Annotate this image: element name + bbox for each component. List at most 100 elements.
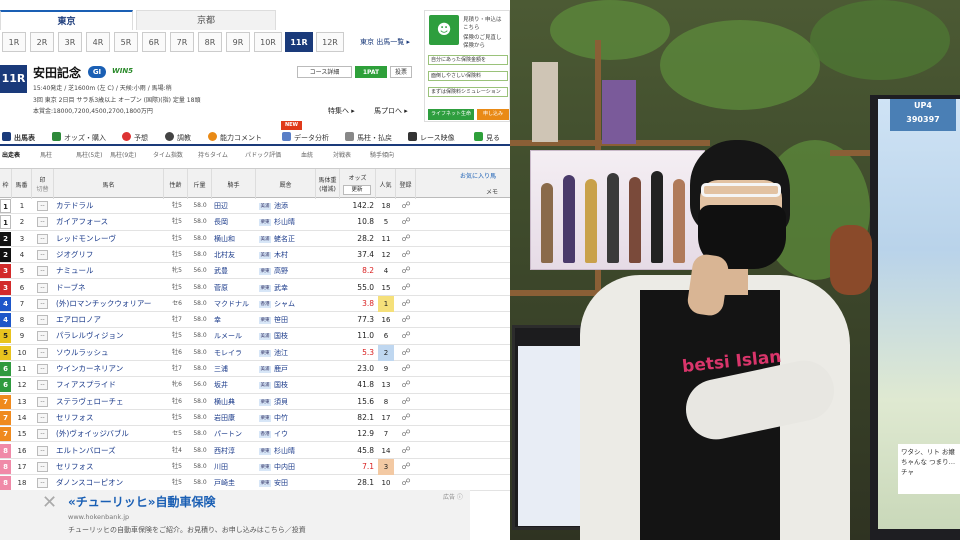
table-row[interactable]: 5 10 -- ソウルラッシュ 牡6 58.0 モレイラ 栗東 池江 5.3 2 ☍ [0,344,510,361]
venue-tab-tokyo[interactable]: 東京 [0,10,133,30]
ad-title[interactable]: «チューリッヒ»自動車保険 [68,493,216,510]
horse-name-link[interactable]: (外)ヴォイッジバブル [56,426,164,442]
register-horse-icon[interactable]: ☍ [399,363,413,375]
jockey-link[interactable]: 幸 [214,312,256,328]
subtab-entries[interactable]: 出走表 [2,150,20,159]
table-row[interactable]: 8 16 -- エルトンバローズ 牡4 58.0 西村淳 栗東 杉山晴 45.8 14 ☍ [0,443,510,459]
trainer-link[interactable]: 池江 [274,345,314,361]
horse-name-link[interactable]: ジオグリフ [56,247,164,263]
tab-more[interactable]: 見る [474,131,500,145]
register-horse-icon[interactable]: ☍ [399,461,413,473]
horse-name-link[interactable]: ガイアフォース [56,214,164,230]
table-row[interactable]: 2 3 -- レッドモンレーヴ 牡5 58.0 横山和 美浦 蛯名正 28.2 11 ☍ [0,231,510,247]
register-horse-icon[interactable]: ☍ [399,233,413,245]
jockey-link[interactable]: 横山典 [214,394,256,410]
table-row[interactable]: 5 9 -- パラレルヴィジョン 牡5 58.0 ルメール 美浦 国枝 11.0 6 ☍ [0,328,510,345]
horse-name-link[interactable]: ウインカーネリアン [56,361,164,377]
table-row[interactable]: 8 18 -- ダノンスコーピオン 牡5 58.0 戸崎圭 栗東 安田 28.1 10 ☍ [0,475,510,492]
jockey-link[interactable]: 三浦 [214,361,256,377]
race-button-9r[interactable]: 9R [226,32,250,52]
col-mark-toggle[interactable]: 切替 [36,184,48,193]
mark-selector[interactable]: -- [37,412,48,423]
subtab-best-time[interactable]: 持ちタイム [198,150,228,159]
mark-selector[interactable]: -- [37,298,48,309]
table-row[interactable]: 4 8 -- エアロロノア 牡7 58.0 幸栗東 笹田 77.3 16 ☍ [0,312,510,329]
mark-selector[interactable]: -- [37,396,48,407]
ad-item[interactable]: 面倒しやさしい保険料 [428,71,508,81]
table-row[interactable]: 6 12 -- フィアスプライド 牝6 56.0 坂井 美浦 国枝 41.8 13 ☍ [0,377,510,394]
horse-name-link[interactable]: レッドモンレーヴ [56,231,164,247]
race-button-6r[interactable]: 6R [142,32,166,52]
trainer-link[interactable]: 木村 [274,247,314,263]
horse-name-link[interactable]: フィアスプライド [56,377,164,393]
jockey-link[interactable]: 武豊 [214,263,256,279]
ad-apply-button[interactable]: 申し込み [477,109,509,120]
trainer-link[interactable]: 国枝 [274,328,314,344]
mark-selector[interactable]: -- [37,331,48,342]
jockey-link[interactable]: 川田 [214,459,256,475]
bottom-ad-banner[interactable]: ✕ «チューリッヒ»自動車保険 www.hokenbank.jp チューリッヒの… [0,490,470,540]
tab-video[interactable]: レース映像 [408,131,455,145]
table-row[interactable]: 7 13 -- ステラヴェローチェ 牡6 58.0 横山典 栗東 須貝 15.6 8 ☍ [0,394,510,410]
horse-name-link[interactable]: ドーブネ [56,280,164,296]
jockey-link[interactable]: 西村淳 [214,443,256,459]
horse-name-link[interactable]: パラレルヴィジョン [56,328,164,344]
register-horse-icon[interactable]: ☍ [399,445,413,457]
mark-selector[interactable]: -- [37,380,48,391]
jockey-link[interactable]: パートン [214,426,256,442]
mark-selector[interactable]: -- [37,445,48,456]
profile-link[interactable]: 馬プロへ ▸ [374,106,408,116]
jockey-link[interactable]: 岩田康 [214,410,256,426]
register-horse-icon[interactable]: ☍ [399,330,413,342]
tab-result[interactable]: 馬柱・払戻 [345,131,392,145]
mark-selector[interactable]: -- [37,478,48,489]
subtab-past[interactable]: 馬柱 [40,150,52,159]
mark-selector[interactable]: -- [37,347,48,358]
mark-selector[interactable]: -- [37,461,48,472]
horse-name-link[interactable]: セリフォス [56,459,164,475]
tab-race-card[interactable]: 出馬表 [2,131,35,145]
register-horse-icon[interactable]: ☍ [399,396,413,408]
odds-refresh-button[interactable]: 更新 [343,185,371,195]
jockey-link[interactable]: 菅原 [214,280,256,296]
trainer-link[interactable]: 笹田 [274,312,314,328]
mark-selector[interactable]: -- [37,217,48,228]
jockey-link[interactable]: 北村友 [214,247,256,263]
mark-selector[interactable]: -- [37,429,48,440]
horse-name-link[interactable]: ソウルラッシュ [56,345,164,361]
table-row[interactable]: 7 14 -- セリフォス 牡5 58.0 岩田康 栗東 中竹 82.1 17 ☍ [0,410,510,427]
table-row[interactable]: 3 5 -- ナミュール 牝5 56.0 武豊 栗東 高野 8.2 4 ☍ [0,263,510,280]
trainer-link[interactable]: 安田 [274,475,314,491]
venue-tab-kyoto[interactable]: 京都 [136,10,276,30]
subtab-matchup[interactable]: 対戦表 [333,150,351,159]
race-button-3r[interactable]: 3R [58,32,82,52]
tab-prediction[interactable]: 予想 [122,131,148,145]
register-horse-icon[interactable]: ☍ [399,314,413,326]
jockey-link[interactable]: 田辺 [214,198,256,214]
horse-name-link[interactable]: (外)ロマンチックウォリアー [56,296,164,312]
ipat-button[interactable]: 1PAT [355,66,387,78]
jockey-link[interactable]: 横山和 [214,231,256,247]
jockey-link[interactable]: ルメール [214,328,256,344]
mark-selector[interactable]: -- [37,315,48,326]
mark-selector[interactable]: -- [37,364,48,374]
trainer-link[interactable]: 中内田 [274,459,314,475]
special-link[interactable]: 特集へ ▸ [328,106,355,116]
register-horse-icon[interactable]: ☍ [399,379,413,391]
register-horse-icon[interactable]: ☍ [399,282,413,294]
jockey-link[interactable]: 坂井 [214,377,256,393]
race-button-8r[interactable]: 8R [198,32,222,52]
race-list-link[interactable]: 東京 出馬一覧 ▸ [360,37,410,47]
table-row[interactable]: 3 6 -- ドーブネ 牡5 58.0 菅原 栗東 武幸 55.0 15 ☍ [0,280,510,296]
horse-name-link[interactable]: エアロロノア [56,312,164,328]
trainer-link[interactable]: 池添 [274,198,314,214]
subtab-time-index[interactable]: タイム指数 [153,150,183,159]
race-button-2r[interactable]: 2R [30,32,54,52]
register-horse-icon[interactable]: ☍ [399,265,413,277]
trainer-link[interactable]: 杉山晴 [274,214,314,230]
table-row[interactable]: 1 2 -- ガイアフォース 牡5 58.0 長岡 栗東 杉山晴 10.8 5 ☍ [0,214,510,231]
trainer-link[interactable]: 須貝 [274,394,314,410]
horse-name-link[interactable]: エルトンバローズ [56,443,164,459]
table-row[interactable]: 1 1 -- カテドラル 牡5 58.0 田辺 美浦 池添 142.2 18 ☍ [0,198,510,215]
register-horse-icon[interactable]: ☍ [399,412,413,424]
